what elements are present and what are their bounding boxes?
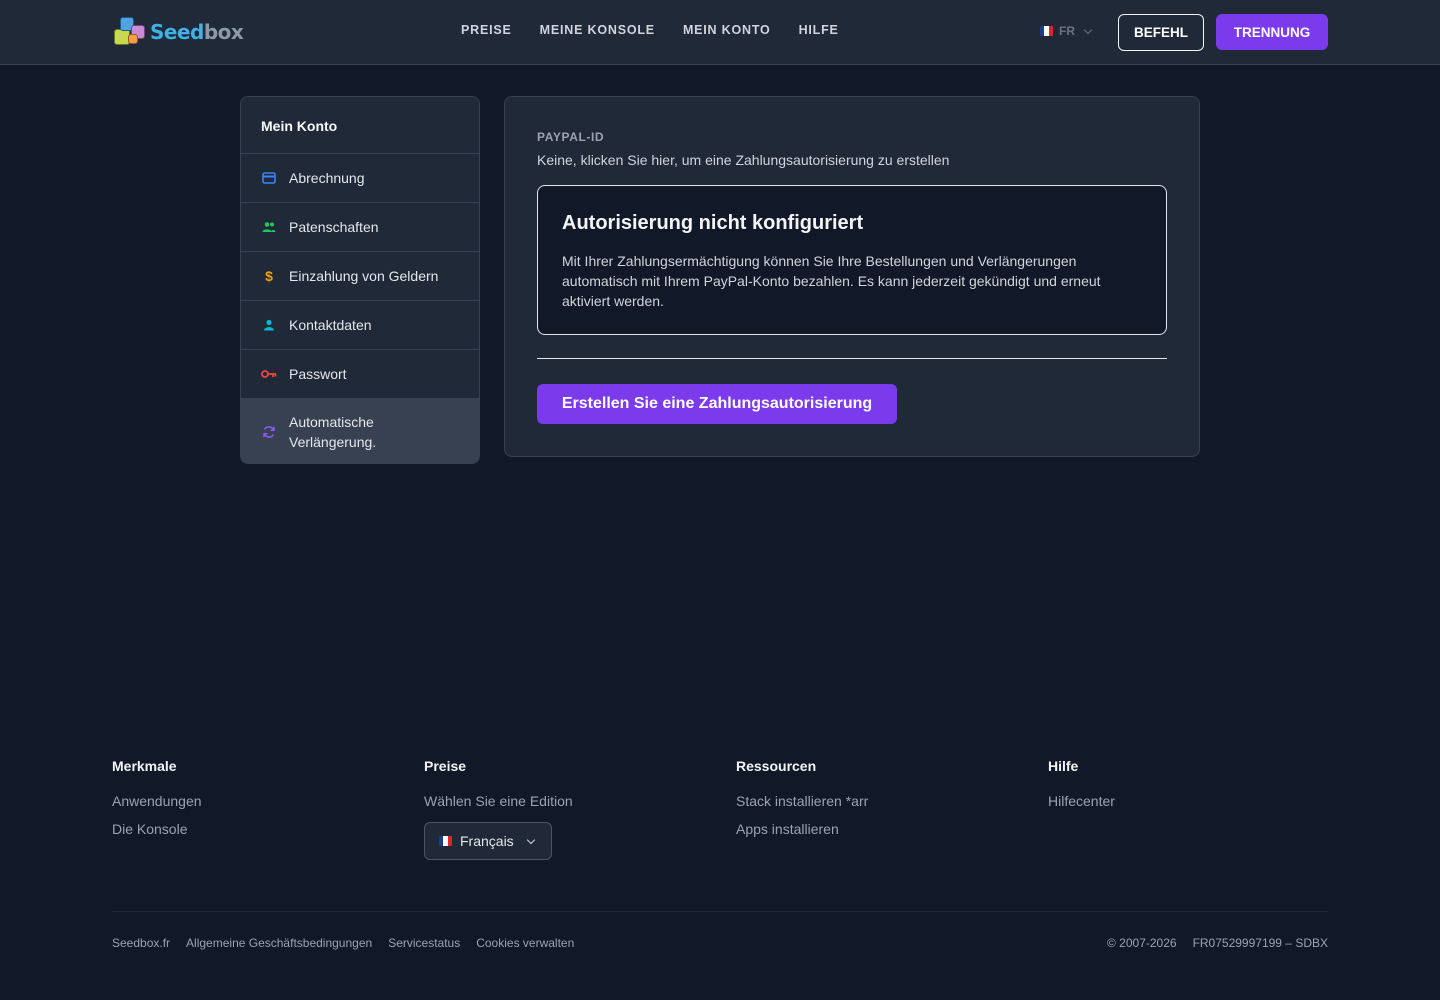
- sidebar-title: Mein Konto: [241, 97, 479, 154]
- nav-console[interactable]: MEINE KONSOLE: [540, 23, 655, 37]
- footer-bottom-link[interactable]: Servicestatus: [388, 936, 460, 950]
- logout-button[interactable]: TRENNUNG: [1216, 14, 1328, 50]
- footer-bottom-link[interactable]: Allgemeine Geschäftsbedingungen: [186, 936, 372, 950]
- key-icon: [261, 366, 277, 382]
- footer-column-title: Preise: [424, 758, 467, 774]
- create-authorization-button[interactable]: Erstellen Sie eine Zahlungsautorisierung: [537, 384, 897, 424]
- user-icon: [261, 317, 277, 333]
- sidebar-item-auto-renewal[interactable]: Automatische Verlängerung.: [241, 399, 479, 463]
- france-flag-icon: [1040, 26, 1053, 36]
- footer-column-pricing: Preise Wählen Sie eine Edition Français: [424, 758, 573, 860]
- order-button[interactable]: BEFEHL: [1118, 14, 1204, 51]
- language-switcher[interactable]: FR: [1040, 24, 1093, 38]
- sidebar-item-referrals[interactable]: Patenschaften: [241, 203, 479, 252]
- sidebar-item-label: Passwort: [289, 366, 347, 382]
- language-select-value: Français: [460, 833, 514, 849]
- footer-link[interactable]: Anwendungen: [112, 792, 202, 810]
- footer-column-title: Merkmale: [112, 758, 177, 774]
- authorization-status-text: Mit Ihrer Zahlungsermächtigung können Si…: [562, 253, 1101, 309]
- footer-language-select[interactable]: Français: [424, 822, 552, 860]
- footer-divider: [112, 911, 1328, 912]
- nav-pricing[interactable]: PREISE: [461, 23, 512, 37]
- sidebar-item-label: Patenschaften: [289, 219, 379, 235]
- authorization-status-title: Autorisierung nicht konfiguriert: [562, 212, 864, 234]
- paypal-id-value[interactable]: Keine, klicken Sie hier, um eine Zahlung…: [537, 152, 949, 168]
- top-header: Seedbox PREISE MEINE KONSOLE MEIN KONTO …: [0, 0, 1440, 65]
- footer-link[interactable]: Stack installieren *arr: [736, 792, 868, 810]
- footer-column-title: Ressourcen: [736, 758, 817, 774]
- auto-renewal-card: PAYPAL-ID Keine, klicken Sie hier, um ei…: [504, 96, 1200, 457]
- sidebar-item-label: Kontaktdaten: [289, 317, 372, 333]
- footer-link[interactable]: Apps installieren: [736, 820, 868, 838]
- dollar-icon: $: [265, 268, 273, 284]
- footer-link[interactable]: Wählen Sie eine Edition: [424, 792, 573, 810]
- refresh-icon: [261, 424, 277, 440]
- company-id: FR07529997199 – SDBX: [1192, 936, 1328, 950]
- users-icon: [261, 219, 277, 235]
- nav-help[interactable]: HILFE: [799, 23, 839, 37]
- credit-card-icon: [261, 170, 277, 186]
- paypal-id-label: PAYPAL-ID: [537, 130, 605, 144]
- language-code: FR: [1059, 24, 1075, 38]
- footer-link[interactable]: Die Konsole: [112, 820, 202, 838]
- sidebar-item-contact[interactable]: Kontaktdaten: [241, 301, 479, 350]
- logo-wordmark: Seedbox: [150, 20, 244, 44]
- footer-bottom-link[interactable]: Seedbox.fr: [112, 936, 170, 950]
- sidebar-item-label: Automatische Verlängerung.: [289, 413, 377, 450]
- nav-account[interactable]: MEIN KONTO: [683, 23, 771, 37]
- authorization-status-box: Autorisierung nicht konfiguriert Mit Ihr…: [537, 185, 1167, 335]
- seedbox-logo-icon: [114, 17, 148, 47]
- seedbox-logo[interactable]: Seedbox: [114, 16, 246, 48]
- footer-column-features: Merkmale Anwendungen Die Konsole: [112, 758, 202, 848]
- sidebar-item-label: Abrechnung: [289, 170, 365, 186]
- footer-column-title: Hilfe: [1048, 758, 1079, 774]
- sidebar-item-billing[interactable]: Abrechnung: [241, 154, 479, 203]
- sidebar-item-password[interactable]: Passwort: [241, 350, 479, 399]
- section-divider: [537, 358, 1167, 359]
- main-nav: PREISE MEINE KONSOLE MEIN KONTO HILFE: [461, 23, 839, 37]
- sidebar-item-deposit[interactable]: $ Einzahlung von Geldern: [241, 252, 479, 301]
- account-sidebar: Mein Konto Abrechnung Patenschaften $ Ei…: [240, 96, 480, 464]
- footer-column-help: Hilfe Hilfecenter: [1048, 758, 1115, 820]
- footer-bottom-link[interactable]: Cookies verwalten: [476, 936, 574, 950]
- footer-column-resources: Ressourcen Stack installieren *arr Apps …: [736, 758, 868, 848]
- chevron-down-icon: [526, 835, 535, 844]
- footer-bottom-links: Seedbox.fr Allgemeine Geschäftsbedingung…: [112, 936, 574, 950]
- france-flag-icon: [439, 836, 452, 846]
- copyright: © 2007-2026: [1107, 936, 1177, 950]
- chevron-down-icon: [1083, 25, 1093, 34]
- sidebar-item-label: Einzahlung von Geldern: [289, 268, 439, 284]
- footer-link[interactable]: Hilfecenter: [1048, 792, 1115, 810]
- footer-legal: © 2007-2026 FR07529997199 – SDBX: [1107, 936, 1328, 950]
